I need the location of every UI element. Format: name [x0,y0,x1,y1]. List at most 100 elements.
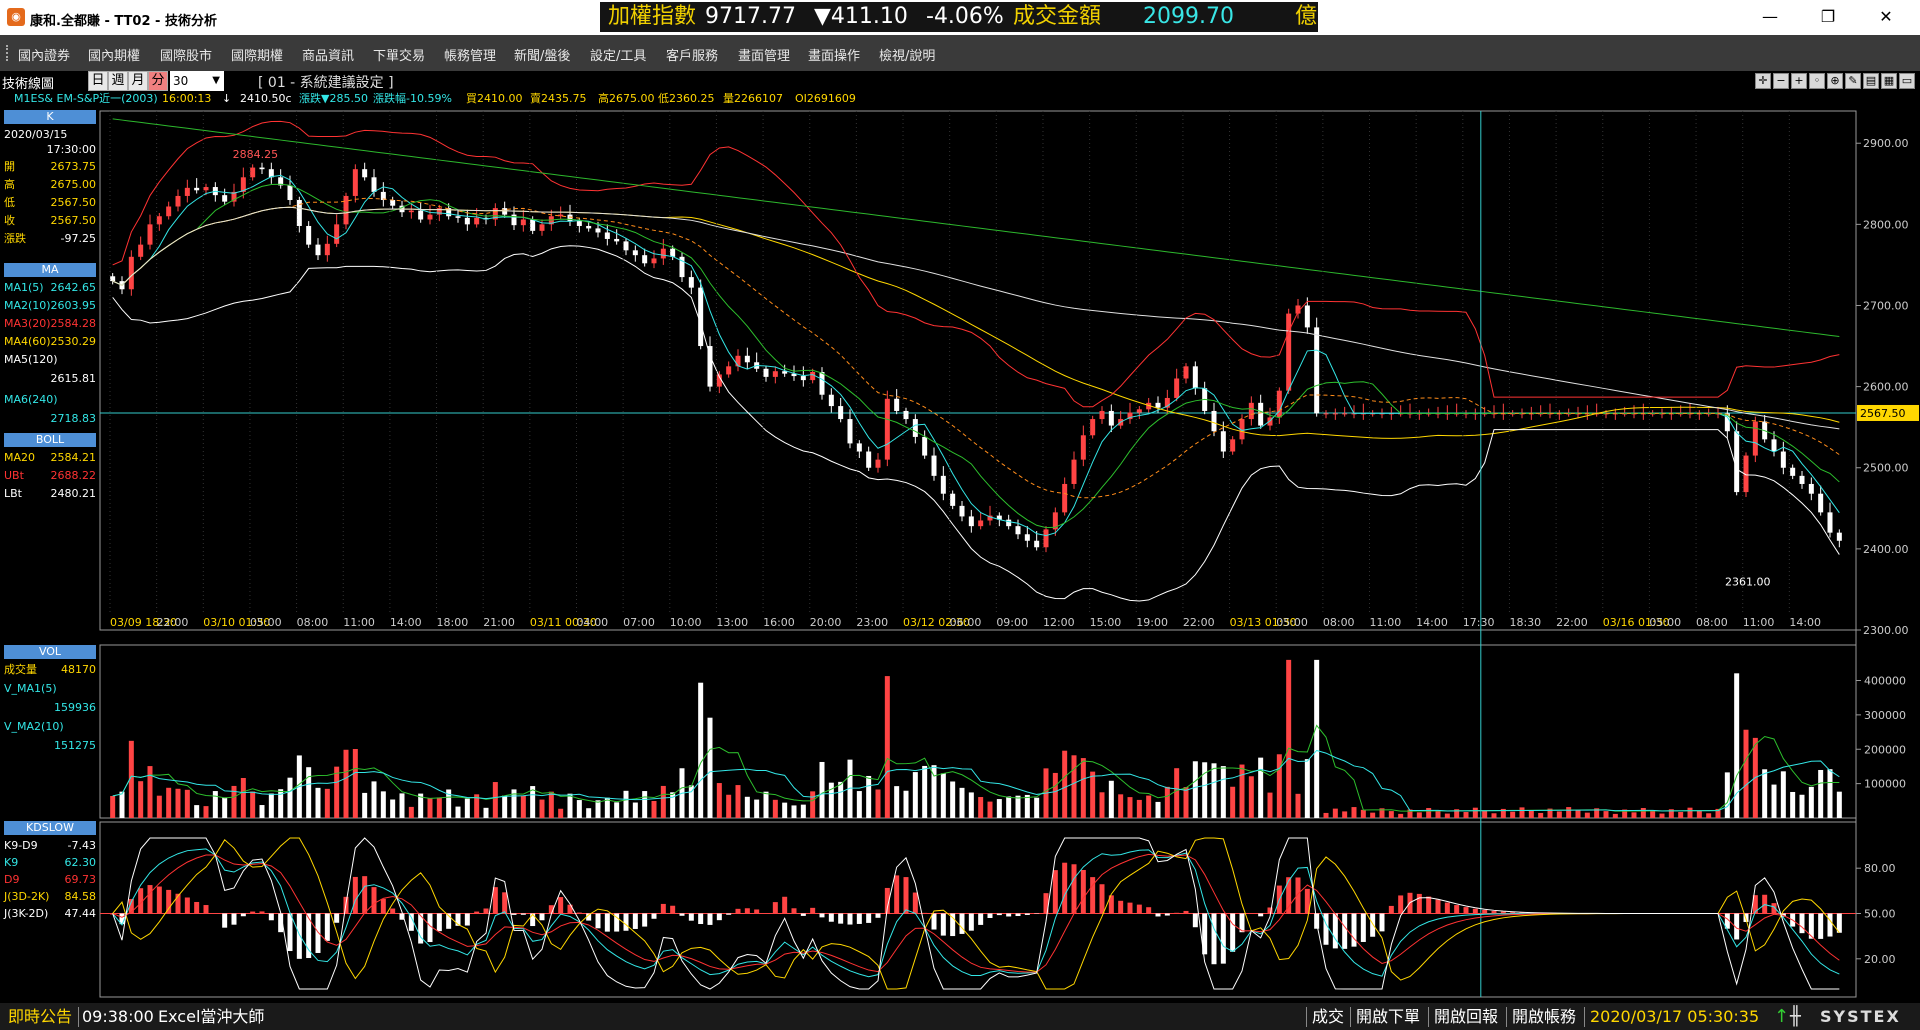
time-label: 17:30 [1463,616,1495,629]
candle-body [1108,410,1114,426]
candle-body [772,371,778,377]
volume-bar [110,796,116,818]
kd-hist-bar [1192,913,1198,928]
kd-hist-bar [1006,913,1012,917]
candle-body [819,372,825,395]
kd-hist-bar [856,913,862,924]
kd-hist-bar [231,913,237,925]
volume-bar [1836,791,1842,818]
kd-hist-bar [1024,913,1030,915]
volume-bar [922,765,928,818]
volume-bar [800,804,806,818]
candle-body [1220,431,1226,452]
price-tick-label: 2600.00 [1863,381,1909,394]
kd-hist-bar [1342,913,1348,949]
volume-bar [1211,763,1217,818]
kd-hist-bar [390,908,396,914]
trades-link[interactable]: 成交 [1312,1003,1344,1030]
kd-hist-bar [371,887,377,914]
kd-hist-bar [184,897,190,914]
volume-tick-label: 100000 [1864,778,1906,791]
candle-body [940,475,946,494]
kd-hist-bar [875,913,881,918]
volume-bar [978,797,984,818]
candle-body [894,398,900,411]
chart-canvas[interactable]: 2900.00 2800.00 2700.00 2600.00 2500.00 2400.… [0,0,1920,1003]
time-label: 08:00 [1696,616,1728,629]
volume-bar [1192,761,1198,818]
time-label: 11:00 [343,616,375,629]
kd-hist-bar [996,913,1002,916]
price-tick-label: 2800.00 [1863,218,1909,231]
signal-up-icon: ↑ [1774,1006,1790,1027]
kd-tick-label: 20.00 [1864,953,1896,966]
news-label[interactable]: 即時公告 [8,1003,72,1030]
kd-hist-bar [1052,870,1058,914]
volume-bar [1398,813,1404,818]
volume-bar [754,799,760,818]
kd-hist-bar [679,913,685,916]
volume-bar [1286,659,1292,818]
kd-hist-bar [1500,911,1506,914]
ma10-line [112,183,1840,529]
volume-bar [1426,807,1432,818]
open-report-link[interactable]: 開啟回報 [1434,1003,1498,1030]
volume-bar [1444,813,1450,818]
kd-hist-bar [1127,902,1133,914]
volume-bar [1566,807,1572,818]
ma5-line [112,174,1840,537]
volume-bar [380,791,386,818]
volume-bar [1360,809,1366,818]
time-label: 16:00 [763,616,795,629]
volume-bar [203,806,209,818]
open-order-link[interactable]: 開啟下單 [1356,1003,1420,1030]
news-text[interactable]: Excel當沖大師 [158,1003,264,1030]
volume-bar [716,783,722,818]
candle-body [595,228,601,233]
candle-body [912,419,918,437]
kd-hist-bar [539,913,545,921]
candle-body [250,167,256,178]
volume-bar [1090,771,1096,818]
volume-bar [632,802,638,818]
volume-bar [1118,794,1124,818]
volume-bar [138,781,144,818]
kd-hist-bar [250,911,256,914]
kd-hist-bar [259,911,265,914]
kd-hist-bar [530,913,536,927]
candle-body [828,394,834,407]
time-label: 07:00 [623,616,655,629]
volume-bar [1370,812,1376,818]
volume-bar [1006,796,1012,818]
volume-bar [1136,799,1142,818]
volume-bar [1528,810,1534,818]
open-account-link[interactable]: 開啟帳務 [1512,1003,1576,1030]
candle-body [343,195,349,225]
volume-bar [399,793,405,818]
volume-bar [1724,772,1730,818]
kd-hist-bar [1146,907,1152,914]
current-price-label: 2567.50 [1860,407,1906,420]
kd-hist-bar [726,913,732,915]
candle-body [1006,519,1012,527]
signal-bars-icon: ╫ [1790,1006,1801,1027]
volume-bar [726,794,732,818]
time-label: 10:00 [670,616,702,629]
candle-body [1174,378,1180,398]
candle-body [950,493,956,506]
candle-body [1090,419,1096,436]
high-annotation: 2884.25 [233,148,279,161]
volume-bar [558,808,564,818]
volume-bar [212,791,218,818]
kd-hist-bar [380,898,386,914]
candle-body [810,372,816,381]
kd-hist-bar [754,909,760,914]
kd-hist-bar [1491,910,1497,914]
candle-body [1183,366,1189,379]
candle-body [959,505,965,517]
candle-body [530,219,536,231]
candle-body [315,244,321,256]
candle-body [698,287,704,347]
volume-bar [903,790,909,818]
price-tick-label: 2900.00 [1863,137,1909,150]
